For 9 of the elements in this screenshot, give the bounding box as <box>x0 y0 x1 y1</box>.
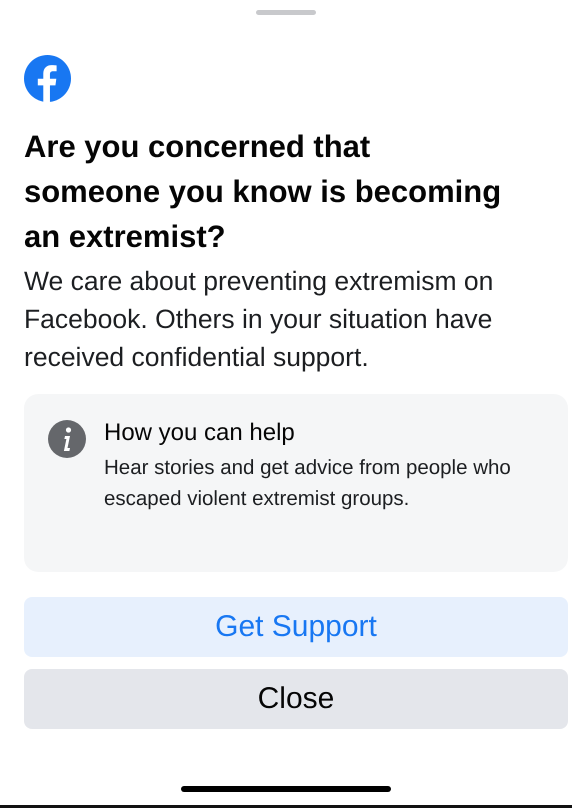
info-icon <box>48 420 86 458</box>
dialog-description: We care about preventing extremism on Facebook. Others in your situation have received confidential support. <box>24 265 494 374</box>
sheet-grabber[interactable] <box>256 10 316 15</box>
close-button[interactable]: Close <box>24 669 568 729</box>
get-support-button[interactable]: Get Support <box>24 597 568 657</box>
info-text: Hear stories and get advice from people who escaped violent extremist groups. <box>104 455 512 512</box>
facebook-logo <box>24 55 71 102</box>
info-heading: How you can help <box>104 418 296 448</box>
dialog-title: Are you concerned that someone you know is becoming an extremist? <box>24 128 502 256</box>
